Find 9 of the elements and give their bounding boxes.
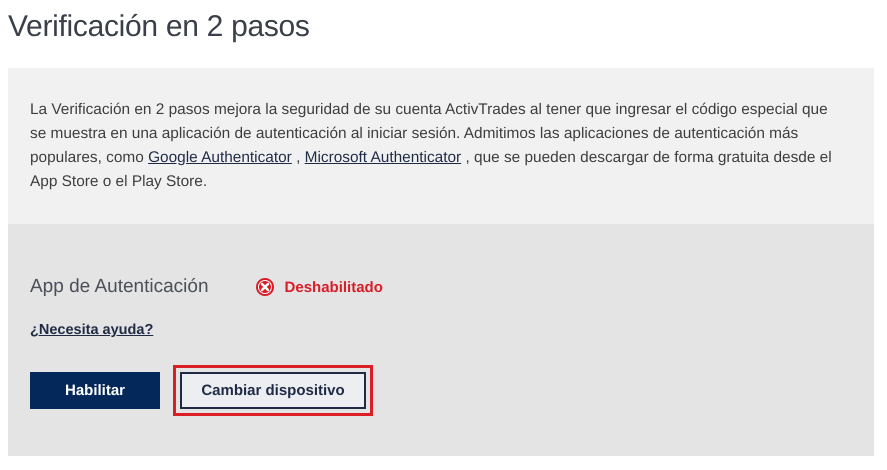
link[interactable]: Google Authenticator — [148, 149, 292, 166]
help-link[interactable]: ¿Necesita ayuda? — [30, 322, 154, 338]
page-title: Verificación en 2 pasos — [8, 9, 311, 45]
section-label: App de Autenticación — [30, 276, 209, 298]
status-text: Deshabilitado — [284, 278, 383, 296]
change-device-button[interactable]: Cambiar dispositivo — [180, 372, 366, 409]
description-text: La Verificación en 2 pasos mejora la seguridad de su cuenta ActivTrades al tener que ingresar el código especial que se muestra en una aplicación de autenticación al iniciar sesión. Admitimos las aplicaciones de autenticación más populares, como Google Authenticator , Microsoft Authenticator , que se pueden descargar de forma gratuita desde el App Store o el Play Store. — [30, 100, 833, 192]
enable-button[interactable]: Habilitar — [30, 372, 160, 409]
link[interactable]: Microsoft Authenticator — [304, 149, 462, 166]
